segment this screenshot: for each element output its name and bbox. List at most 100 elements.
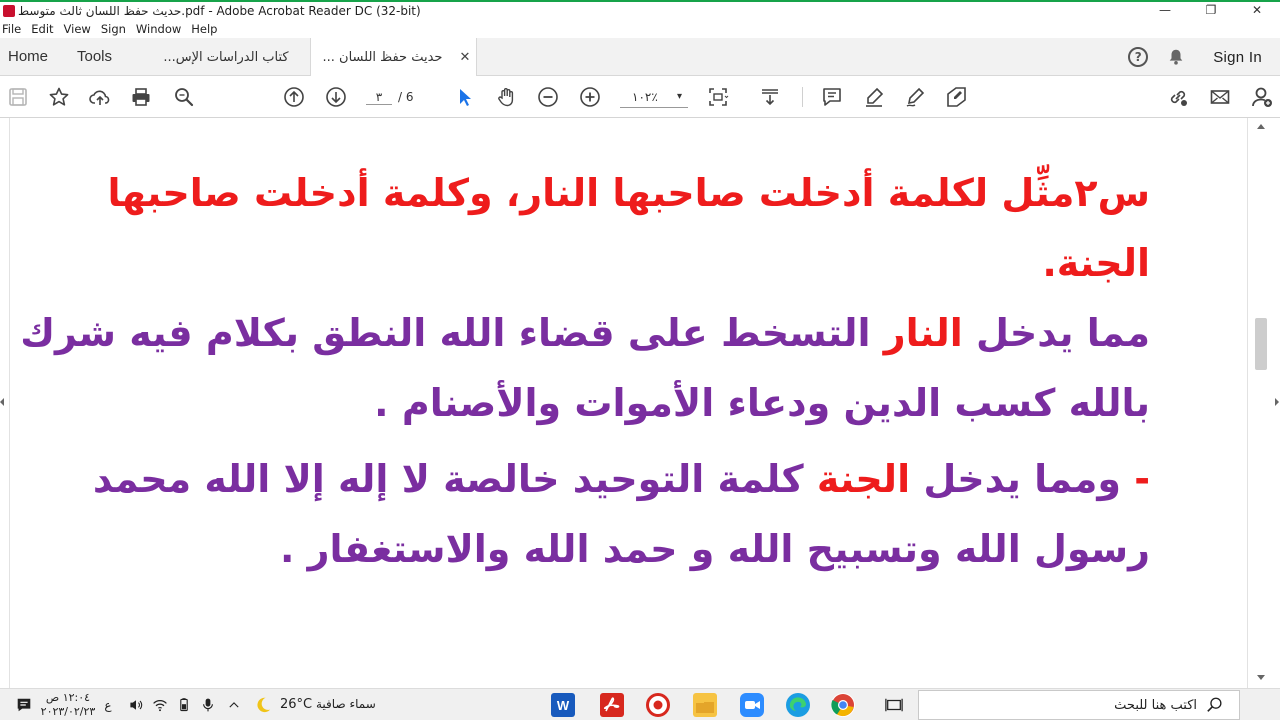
scroll-down-icon[interactable] <box>1257 675 1265 680</box>
answer-2-keyword: الجنة <box>816 457 911 501</box>
file-explorer-icon[interactable] <box>693 693 717 717</box>
input-language-indicator[interactable]: ع <box>100 695 116 715</box>
acrobat-window: حديث حفظ اللسان ثالث متوسط.pdf - Adobe A… <box>0 0 1280 720</box>
bookmark-star-icon[interactable] <box>47 85 71 109</box>
zoom-level-select[interactable]: ١٠٢٪ ▾ <box>620 86 688 108</box>
answer-1-line-2: بالله كسب الدين ودعاء الأموات والأصنام . <box>374 381 1150 425</box>
zoom-level-value: ١٠٢٪ <box>632 89 658 104</box>
menu-bar: File Edit View Sign Window Help <box>0 20 1280 38</box>
add-people-icon[interactable] <box>1250 85 1274 109</box>
question-line-2: الجنة. <box>1042 241 1150 285</box>
menu-sign[interactable]: Sign <box>101 22 134 36</box>
highlight-pen-icon[interactable] <box>862 85 886 109</box>
search-icon <box>1203 693 1227 717</box>
sign-in-button[interactable]: Sign In <box>1213 49 1262 66</box>
weather-moon-icon[interactable] <box>252 695 274 715</box>
scroll-mode-icon[interactable] <box>758 85 782 109</box>
answer-2-dash: - <box>1120 457 1150 501</box>
print-icon[interactable] <box>129 85 153 109</box>
fit-page-icon[interactable] <box>706 85 730 109</box>
zoom-search-icon[interactable] <box>172 85 196 109</box>
restore-button[interactable]: ❐ <box>1188 0 1234 20</box>
share-link-icon[interactable] <box>1166 85 1190 109</box>
menu-edit[interactable]: Edit <box>31 22 61 36</box>
zoom-app-icon[interactable] <box>740 693 764 717</box>
close-window-button[interactable]: ✕ <box>1234 0 1280 20</box>
answer-1-keyword: النار <box>883 311 963 355</box>
help-icon[interactable]: ? <box>1128 47 1149 67</box>
fill-sign-icon[interactable] <box>945 85 969 109</box>
answer-1-prefix-purple: مما يدخل <box>962 311 1150 355</box>
answer-2-line-2: رسول الله وتسبيح الله و حمد الله والاستغ… <box>279 527 1150 571</box>
select-cursor-icon[interactable] <box>453 85 477 109</box>
page-total-label: / 6 <box>398 90 414 104</box>
chevron-down-icon: ▾ <box>676 91 682 102</box>
menu-view[interactable]: View <box>64 22 99 36</box>
previous-page-icon[interactable] <box>282 85 306 109</box>
acrobat-pdf-icon <box>3 5 15 17</box>
account-tools: ? Sign In <box>1128 38 1280 76</box>
window-controls: — ❐ ✕ <box>1142 0 1280 22</box>
draw-freehand-icon[interactable] <box>903 85 927 109</box>
word-app-icon[interactable]: W <box>551 693 575 717</box>
email-icon[interactable] <box>1208 85 1232 109</box>
tab-home[interactable]: Home <box>8 48 48 65</box>
microphone-icon[interactable] <box>198 695 218 715</box>
comment-icon[interactable] <box>820 85 844 109</box>
zoom-out-icon[interactable] <box>536 85 560 109</box>
tab-document-active[interactable]: حديث حفظ اللسان ... ✕ <box>310 38 477 77</box>
tab-bar: Home Tools كتاب الدراسات الإس... حديث حف… <box>0 38 1280 77</box>
answer-2-prefix-purple: ومما يدخل <box>910 457 1121 501</box>
answer-1-rest: التسخط على قضاء الله النطق بكلام فيه شرك <box>20 311 884 355</box>
svg-text:W: W <box>557 698 570 713</box>
chrome-browser-icon[interactable] <box>831 693 855 717</box>
system-clock[interactable]: ١٢:٠٤ ص ٢٠٢٣/٠٢/٢٣ <box>40 691 96 719</box>
volume-icon[interactable] <box>126 695 146 715</box>
task-view-icon[interactable] <box>883 695 905 715</box>
page-number-input[interactable]: ٣ <box>366 90 392 105</box>
minimize-button[interactable]: — <box>1142 0 1188 20</box>
tab-label: حديث حفظ اللسان ... <box>322 50 443 65</box>
clock-date: ٢٠٢٣/٠٢/٢٣ <box>40 705 96 718</box>
scroll-up-icon[interactable] <box>1257 124 1265 129</box>
question-line-1: س٢مثِّل لكلمة أدخلت صاحبها النار، وكلمة … <box>107 171 1150 215</box>
expand-right-pane-icon[interactable] <box>1275 398 1279 406</box>
weather-temperature[interactable]: 26°C <box>280 697 312 712</box>
show-hidden-icons-chevron[interactable] <box>224 695 244 715</box>
notification-bell-icon[interactable] <box>1167 48 1185 66</box>
answer-1-line-1: مما يدخل النار التسخط على قضاء الله النط… <box>20 298 1150 368</box>
scroll-thumb[interactable] <box>1255 318 1267 370</box>
pdf-page-text: س٢مثِّل لكلمة أدخلت صاحبها النار، وكلمة … <box>20 158 1150 584</box>
edge-browser-icon[interactable] <box>786 693 810 717</box>
toolbar: ٣ / 6 ١٠٢٪ ▾ <box>0 76 1280 118</box>
tab-label: كتاب الدراسات الإس... <box>163 49 289 65</box>
weather-description[interactable]: سماء صافية <box>316 697 376 711</box>
notification-center-icon[interactable] <box>14 695 34 715</box>
answer-2-rest: كلمة التوحيد خالصة لا إله إلا الله محمد <box>92 457 817 501</box>
menu-help[interactable]: Help <box>191 22 225 36</box>
document-viewer[interactable]: س٢مثِّل لكلمة أدخلت صاحبها النار، وكلمة … <box>0 118 1280 688</box>
menu-file[interactable]: File <box>2 22 29 36</box>
tab-document-islamic-studies[interactable]: كتاب الدراسات الإس... <box>142 38 310 76</box>
record-app-icon[interactable] <box>646 693 670 717</box>
upload-cloud-icon[interactable] <box>88 85 112 109</box>
search-placeholder: اكتب هنا للبحث <box>1114 697 1197 713</box>
pane-divider <box>1247 118 1248 688</box>
close-tab-icon[interactable]: ✕ <box>454 50 476 65</box>
vertical-scrollbar[interactable] <box>1252 118 1270 688</box>
answer-2-line-1: - ومما يدخل الجنة كلمة التوحيد خالصة لا … <box>93 444 1150 514</box>
clock-time: ١٢:٠٤ ص <box>45 691 91 704</box>
acrobat-app-icon[interactable] <box>600 693 624 717</box>
taskbar-search-input[interactable]: اكتب هنا للبحث <box>918 690 1240 720</box>
save-icon[interactable] <box>6 85 30 109</box>
hand-tool-icon[interactable] <box>495 85 519 109</box>
tab-tools[interactable]: Tools <box>77 48 112 65</box>
wifi-icon[interactable] <box>150 695 170 715</box>
menu-window[interactable]: Window <box>136 22 189 36</box>
battery-icon[interactable] <box>174 695 194 715</box>
expand-left-pane-icon[interactable] <box>0 398 4 406</box>
title-bar: حديث حفظ اللسان ثالث متوسط.pdf - Adobe A… <box>0 0 1280 20</box>
zoom-in-icon[interactable] <box>578 85 602 109</box>
toolbar-divider <box>802 87 803 107</box>
next-page-icon[interactable] <box>324 85 348 109</box>
